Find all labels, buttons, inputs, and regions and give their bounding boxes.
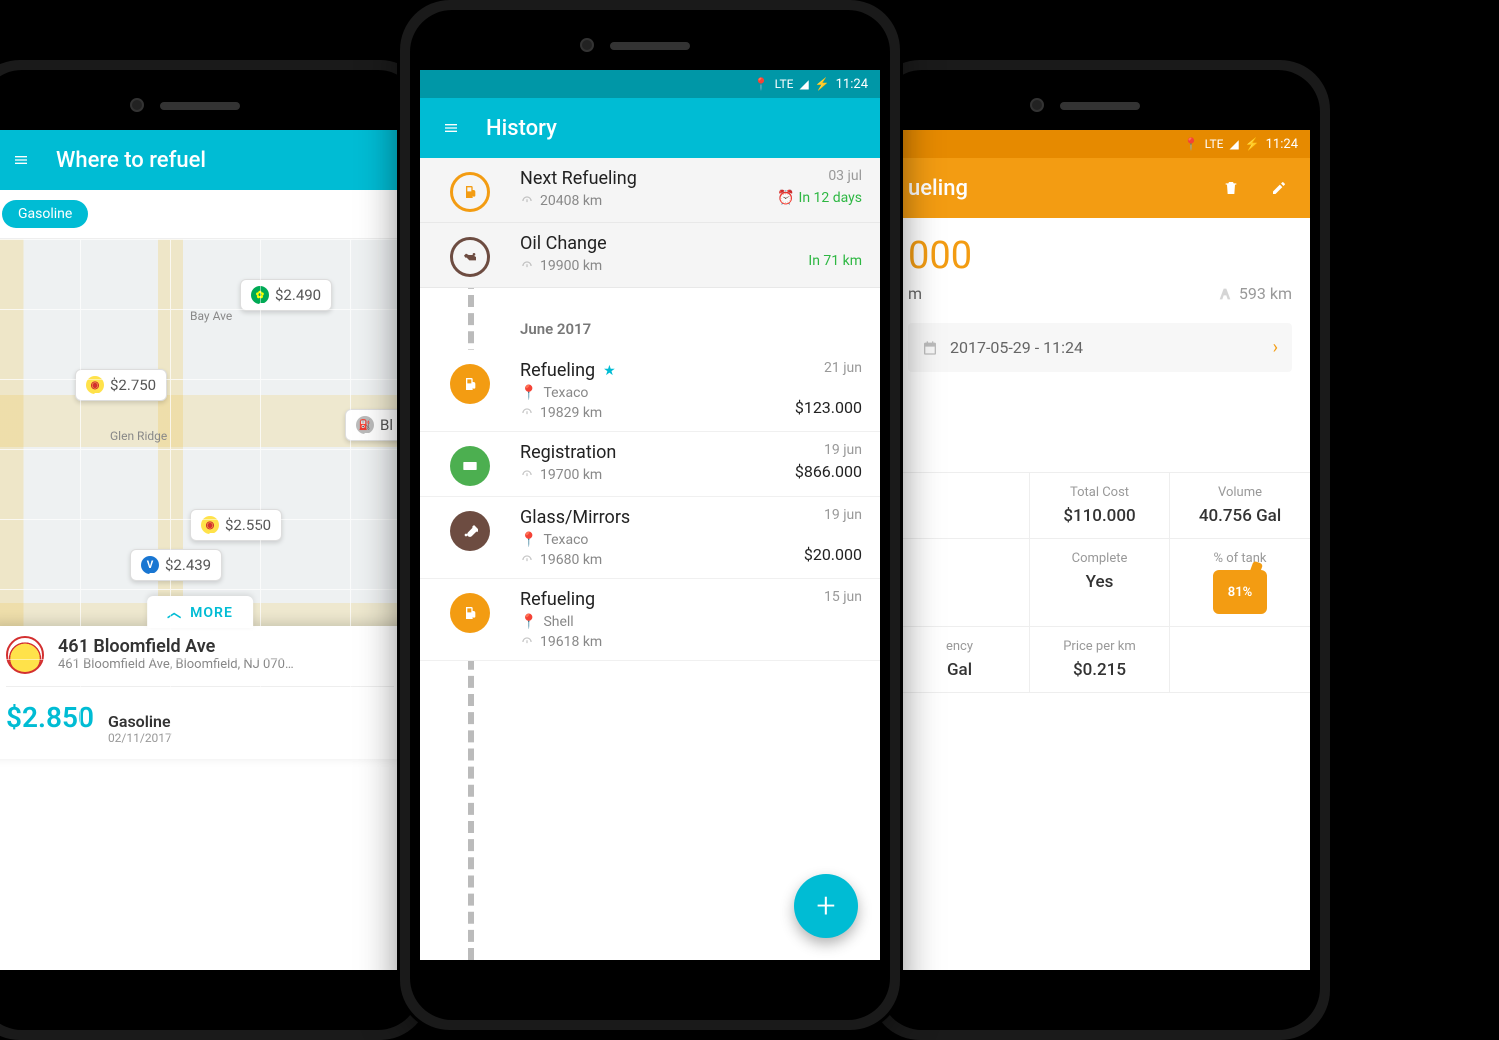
clock: 11:24 (1266, 137, 1298, 152)
price-pin[interactable]: ⛽Bl (345, 409, 404, 441)
phone-history: 📍 LTE ◢ ⚡ 11:24 History (400, 0, 900, 1030)
trip-distance: 593 km (1217, 284, 1292, 303)
price-pin[interactable]: ✿$2.490 (240, 279, 332, 311)
menu-icon[interactable] (8, 147, 34, 173)
card-icon (450, 446, 490, 486)
chevron-right-icon: › (1273, 337, 1278, 358)
clock: 11:24 (836, 77, 868, 92)
pin-icon: 📍 (520, 532, 537, 548)
fuel-icon (450, 593, 490, 633)
cell-partial (890, 473, 1030, 538)
map-label: Bay Ave (190, 309, 232, 323)
more-tab[interactable]: ︿MORE (147, 596, 253, 628)
station-card[interactable]: ︿MORE 461 Bloomfield Ave 461 Bloomfield … (0, 626, 410, 759)
location-icon: 📍 (1184, 137, 1199, 151)
shell-icon: ◉ (201, 516, 219, 534)
row-title: Next Refueling (520, 168, 777, 189)
station-price: $2.850 (6, 701, 94, 734)
bp-icon: ✿ (251, 286, 269, 304)
oil-icon (450, 237, 490, 277)
cell-tank-percent: % of tank 81% (1170, 538, 1310, 626)
cell-empty (1170, 626, 1310, 692)
pin-icon: 📍 (520, 385, 537, 401)
star-icon: ★ (603, 363, 616, 379)
valero-icon: V (141, 556, 159, 574)
datetime-field[interactable]: 2017-05-29 - 11:24 › (908, 323, 1292, 372)
history-row-upcoming[interactable]: Next Refueling 20408 km 03 jul ⏰In 12 da… (420, 158, 880, 223)
shell-icon: ◉ (246, 646, 264, 664)
station-name: 461 Bloomfield Ave (58, 636, 294, 657)
signal-lte-icon: LTE (1205, 137, 1224, 151)
history-row[interactable]: Registration 19700 km 19 jun $866.000 (420, 432, 880, 497)
battery-charging-icon: ⚡ (815, 77, 830, 91)
due-label: ⏰In 12 days (777, 190, 862, 206)
station-address: 461 Bloomfield Ave, Bloomfield, NJ 070… (58, 657, 294, 672)
pin-icon: 📍 (520, 614, 537, 630)
signal-lte-icon: LTE (775, 77, 794, 91)
phone-refueling-detail: 📍 LTE ◢ ⚡ 11:24 ueling 000 m (870, 60, 1330, 1040)
delete-button[interactable] (1218, 175, 1244, 201)
wrench-icon (450, 511, 490, 551)
status-bar: 📍 LTE ◢ ⚡ 11:24 (890, 130, 1310, 158)
tank-icon: 81% (1213, 570, 1267, 614)
price-date: 02/11/2017 (108, 731, 172, 745)
history-row[interactable]: Refueling★ 📍Texaco 19829 km 21 jun $123.… (420, 350, 880, 432)
due-label: In 71 km (808, 253, 862, 269)
cell-efficiency: ency Gal (890, 626, 1030, 692)
appbar-title: Where to refuel (56, 148, 392, 173)
price-pin[interactable]: ◉$2.850 (235, 639, 327, 671)
cell-complete: Complete Yes (1030, 538, 1170, 626)
phone-where-to-refuel: Where to refuel Gasoline Glen Ridge Bay … (0, 60, 430, 1040)
fuel-icon (450, 364, 490, 404)
appbar-title: History (486, 116, 862, 141)
cell-volume: Volume 40.756 Gal (1170, 473, 1310, 538)
history-row-upcoming[interactable]: Oil Change 19900 km In 71 km (420, 223, 880, 288)
price-pin[interactable]: ◉$2.550 (190, 509, 282, 541)
row-title: Oil Change (520, 233, 808, 254)
fuel-icon (450, 172, 490, 212)
appbar-detail: ueling (890, 158, 1310, 218)
cell-total-cost: Total Cost $110.000 (1030, 473, 1170, 538)
appbar-history: History (420, 98, 880, 158)
odometer-unit: m (908, 284, 922, 303)
cell-partial-2 (890, 538, 1030, 626)
status-bar: 📍 LTE ◢ ⚡ 11:24 (420, 70, 880, 98)
station-icon: ⛽ (356, 416, 374, 434)
appbar-title: ueling (908, 176, 1196, 201)
price-pin[interactable]: ◉$2.750 (75, 369, 167, 401)
chevron-up-icon: ︿ (167, 605, 182, 621)
shell-icon: ◉ (86, 376, 104, 394)
cell-price-per-km: Price per km $0.215 (1030, 626, 1170, 692)
appbar-refuel: Where to refuel (0, 130, 410, 190)
fuel-filter-row: Gasoline (0, 190, 410, 239)
odometer-value: 000 (890, 218, 1310, 284)
station-map[interactable]: Glen Ridge Bay Ave Franklin Ave ✿$2.490 … (0, 239, 410, 759)
location-icon: 📍 (754, 77, 769, 91)
shell-logo-icon (6, 636, 44, 674)
map-label: Franklin Ave (270, 699, 335, 713)
history-row[interactable]: Refueling 📍Shell 19618 km 15 jun (420, 579, 880, 661)
signal-icon: ◢ (1229, 137, 1238, 151)
edit-button[interactable] (1266, 175, 1292, 201)
price-pin[interactable]: V$2.439 (130, 549, 222, 581)
add-fab[interactable]: + (794, 874, 858, 938)
map-label: Glen Ridge (110, 429, 167, 443)
history-row[interactable]: Glass/Mirrors 📍Texaco 19680 km 19 jun $2… (420, 497, 880, 579)
battery-charging-icon: ⚡ (1245, 137, 1260, 151)
menu-icon[interactable] (438, 115, 464, 141)
alarm-icon: ⏰ (777, 190, 794, 206)
detail-grid: Total Cost $110.000 Volume 40.756 Gal Co… (890, 472, 1310, 693)
fuel-type: Gasoline (108, 712, 172, 731)
signal-icon: ◢ (799, 77, 808, 91)
section-header: June 2017 (420, 288, 880, 350)
fuel-chip[interactable]: Gasoline (2, 200, 88, 228)
